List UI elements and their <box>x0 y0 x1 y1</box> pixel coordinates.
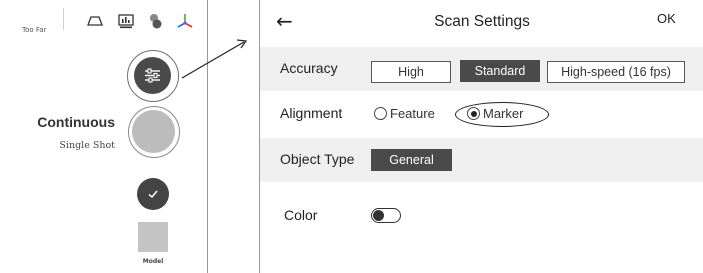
accuracy-option-high[interactable]: High <box>371 61 451 83</box>
alignment-option-marker[interactable]: Marker <box>467 106 523 121</box>
capture-panel: Too Far Continuous Single Shot Model <box>0 0 208 273</box>
radio-off-icon <box>374 107 387 120</box>
alignment-option-feature[interactable]: Feature <box>374 106 435 121</box>
accuracy-option-standard[interactable]: Standard <box>460 60 540 82</box>
alignment-label: Alignment <box>280 105 343 121</box>
mode-single-shot[interactable]: Single Shot <box>59 140 115 151</box>
blobs-icon[interactable] <box>147 12 165 30</box>
callout-arrow <box>181 39 248 79</box>
alignment-feature-label: Feature <box>390 106 435 121</box>
monitor-chart-icon[interactable] <box>117 12 135 30</box>
confirm-button[interactable] <box>137 178 169 210</box>
color-label: Color <box>284 207 318 223</box>
page-title: Scan Settings <box>434 13 530 30</box>
axes-icon[interactable] <box>176 12 194 30</box>
checkmark-icon <box>148 190 158 199</box>
scan-settings-button[interactable] <box>127 50 179 102</box>
trapezoid-icon[interactable] <box>86 12 104 30</box>
shutter-fill <box>132 110 175 153</box>
scan-shutter-button[interactable] <box>128 106 180 158</box>
object-type-value[interactable]: General <box>371 149 452 171</box>
object-type-row: Object Type General <box>260 138 703 182</box>
ok-button[interactable]: OK <box>657 11 676 26</box>
sliders-icon <box>134 57 171 94</box>
color-toggle[interactable] <box>371 208 401 223</box>
object-type-label: Object Type <box>280 151 355 167</box>
accuracy-label: Accuracy <box>280 60 338 76</box>
mode-continuous[interactable]: Continuous <box>37 114 115 130</box>
model-thumbnail[interactable] <box>138 222 168 252</box>
settings-header: ← Scan Settings OK <box>260 0 703 46</box>
radio-on-icon <box>467 107 480 120</box>
scan-settings-panel: ← Scan Settings OK Accuracy High Standar… <box>259 0 703 273</box>
distance-status: Too Far <box>22 26 47 34</box>
toggle-knob <box>373 210 384 221</box>
accuracy-option-high-speed[interactable]: High-speed (16 fps) <box>547 61 685 83</box>
model-label: Model <box>142 258 164 265</box>
alignment-marker-label: Marker <box>483 106 524 121</box>
toolbar-divider <box>63 8 64 30</box>
color-row: Color <box>260 182 703 273</box>
accuracy-row: Accuracy High Standard High-speed (16 fp… <box>260 47 703 91</box>
